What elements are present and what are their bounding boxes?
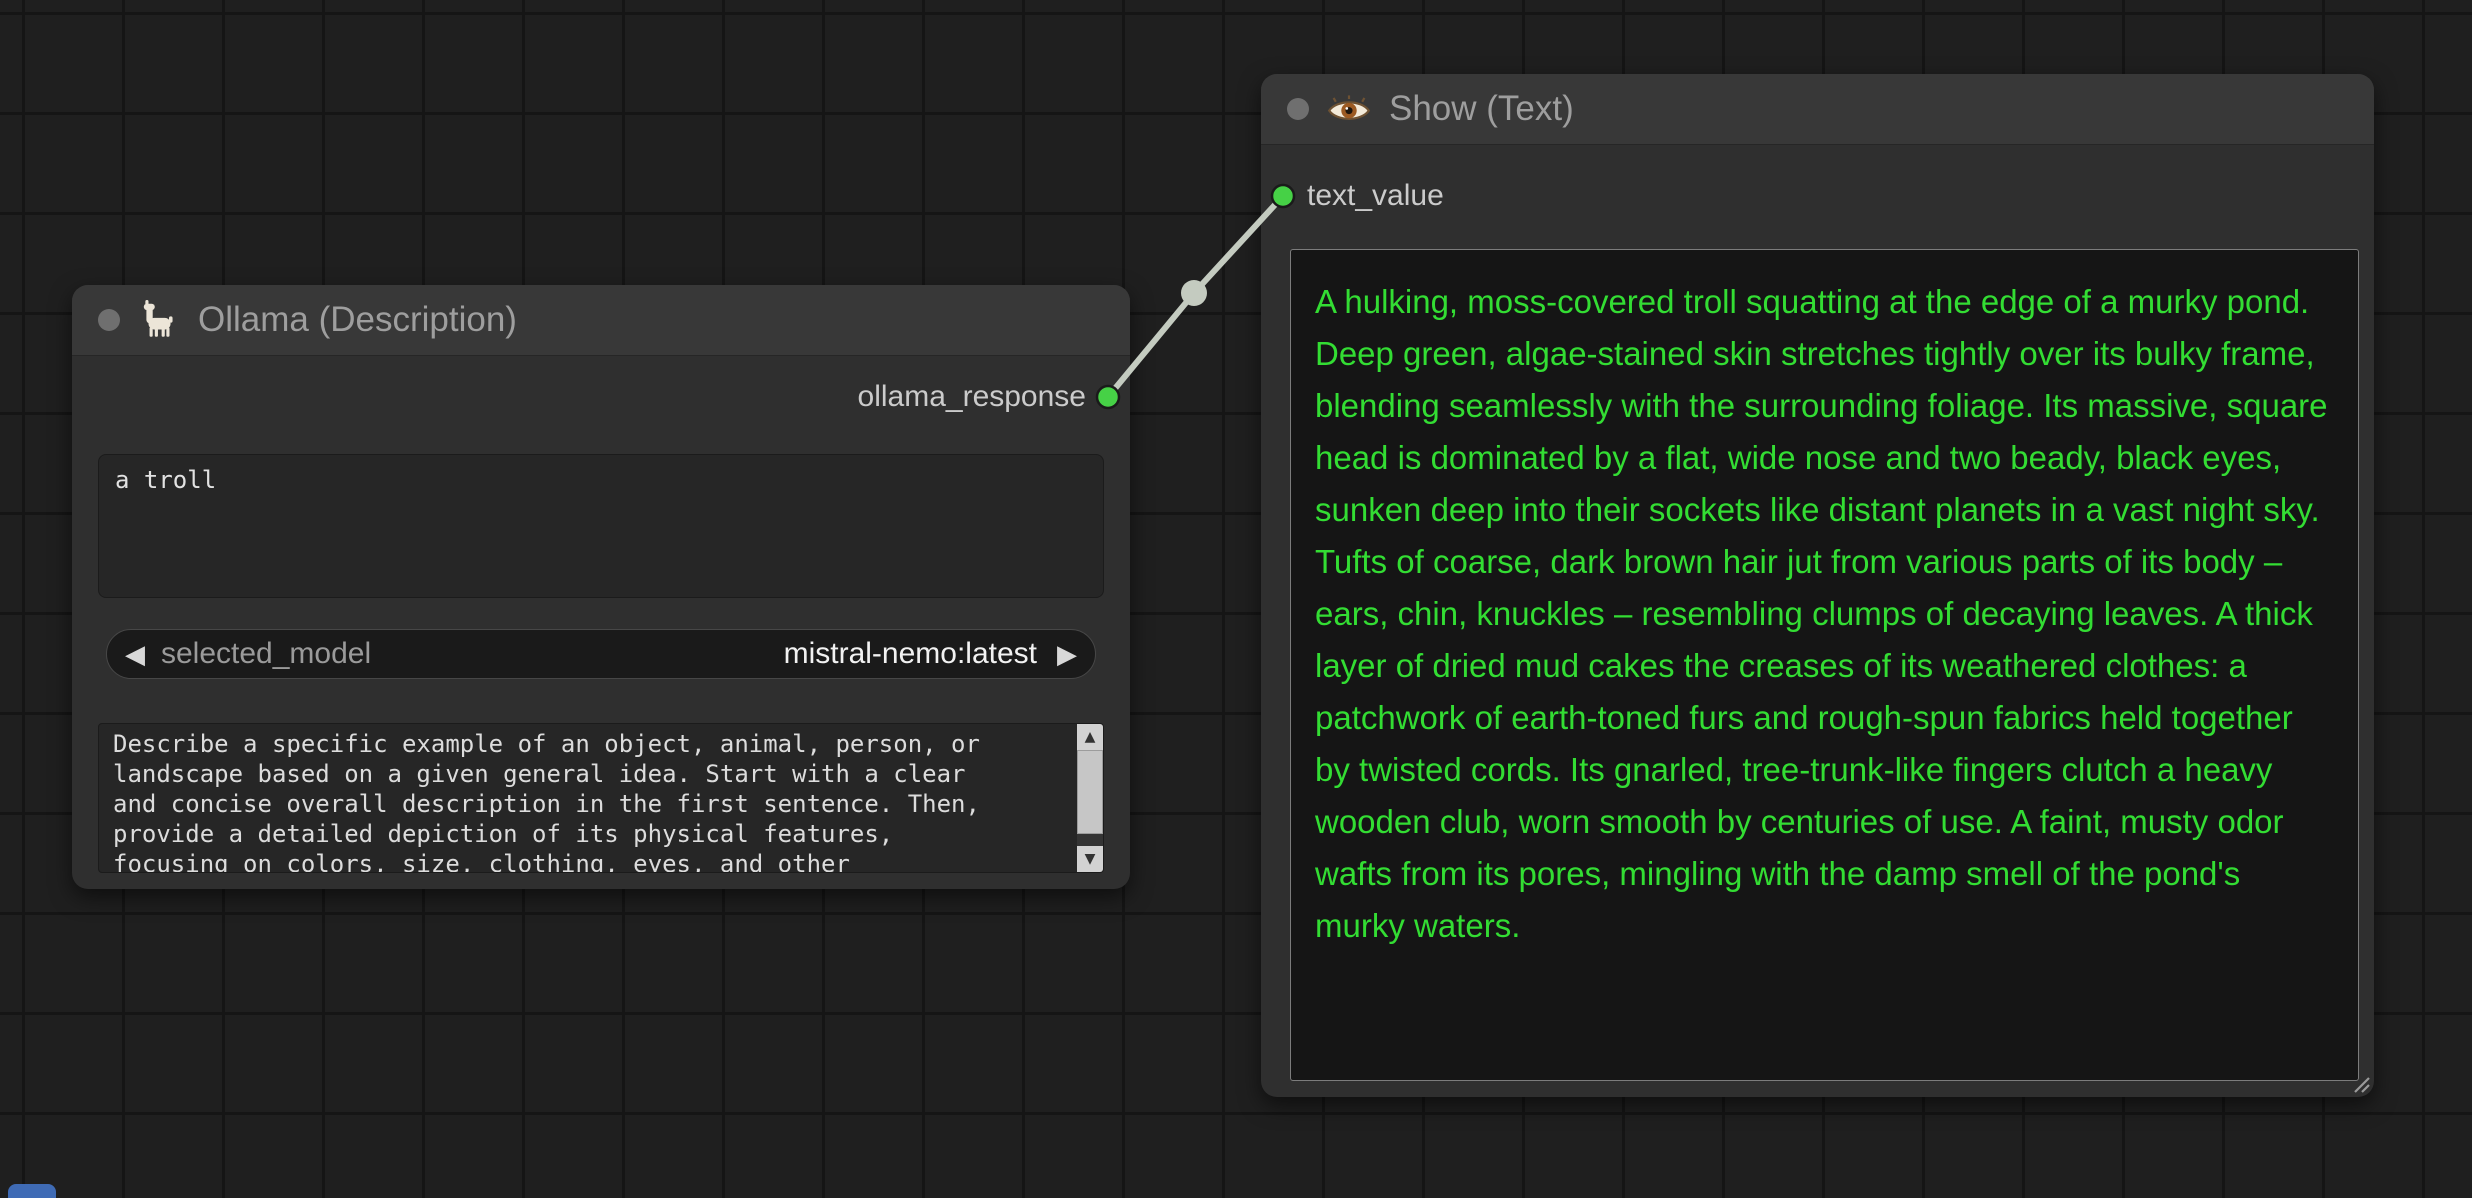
scrollbar-thumb[interactable] [1077, 750, 1103, 834]
link-midpoint-dot[interactable] [1181, 280, 1207, 306]
text-display[interactable]: A hulking, moss-covered troll squatting … [1290, 249, 2359, 1081]
prev-model-arrow[interactable]: ◀ [125, 641, 145, 667]
link-wire[interactable] [1105, 193, 1286, 400]
model-selector-label: selected_model [161, 637, 372, 670]
node-title: Ollama (Description) [198, 300, 517, 339]
model-selector[interactable]: ◀ selected_model mistral-nemo:latest ▶ [106, 629, 1096, 679]
resize-handle[interactable] [2347, 1070, 2371, 1094]
input-slot-label: text_value [1307, 179, 1444, 212]
scroll-down-button[interactable]: ▼ [1077, 846, 1103, 872]
scrollbar-track[interactable] [1077, 750, 1103, 846]
node-header[interactable]: Ollama (Description) [72, 285, 1130, 356]
llama-icon [138, 299, 180, 341]
node-editor-canvas[interactable]: Ollama (Description) ollama_response a t… [0, 0, 2472, 1198]
model-selector-value: mistral-nemo:latest [783, 637, 1037, 670]
scroll-up-button[interactable]: ▲ [1077, 724, 1103, 750]
eye-icon [1327, 94, 1371, 125]
node-title: Show (Text) [1389, 89, 1574, 128]
scrollbar[interactable]: ▲ ▼ [1077, 724, 1103, 872]
output-slot-label: ollama_response [857, 380, 1086, 413]
collapse-dot[interactable] [1287, 98, 1309, 120]
next-model-arrow[interactable]: ▶ [1057, 641, 1077, 667]
node-header[interactable]: Show (Text) [1261, 74, 2374, 145]
collapse-dot[interactable] [98, 309, 120, 331]
node-show-text[interactable]: Show (Text) text_value A hulking, moss-c… [1261, 74, 2374, 1097]
output-slot-ollama-response: ollama_response [858, 379, 1086, 415]
prompt-input[interactable]: a troll [98, 454, 1104, 598]
input-slot-text-value: text_value [1307, 178, 1444, 214]
offscreen-node-corner[interactable] [8, 1184, 56, 1198]
node-ollama-description[interactable]: Ollama (Description) ollama_response a t… [72, 285, 1130, 889]
system-prompt-textarea[interactable]: Describe a specific example of an object… [98, 723, 1104, 873]
system-prompt-text: Describe a specific example of an object… [113, 730, 980, 872]
